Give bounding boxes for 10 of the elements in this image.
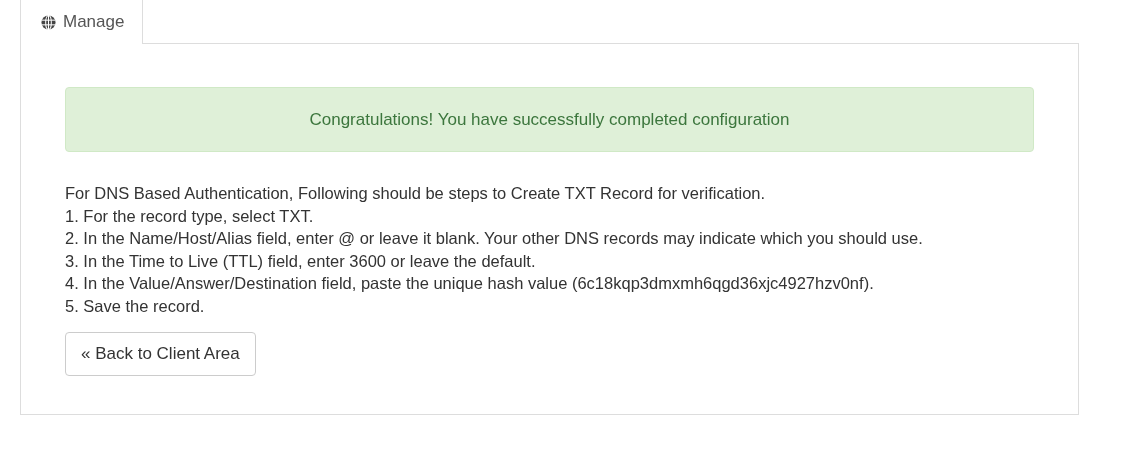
globe-icon [41,14,56,30]
instruction-step: 5. Save the record. [65,294,1033,317]
instruction-step: 4. In the Value/Answer/Destination field, paste the unique hash value (6c18kqp3dmxmh6qgd36xjc4927hzv0nf). [65,272,1033,295]
instruction-step: 2. In the Name/Host/Alias field, enter @ or leave it blank. Your other DNS records may indicate which you should use. [65,227,1033,250]
instruction-step: 1. For the record type, select TXT. [65,204,1033,227]
success-alert: Congratulations! You have successfully completed configuration [65,87,1034,152]
intro-text: For DNS Based Authentication, Following should be steps to Create TXT Record for verification. [65,183,767,204]
tab[interactable]: Manage [20,0,144,44]
back-button[interactable]: « Back to Client Area [65,332,256,376]
instruction-step: 3. In the Time to Live (TTL) field, enter 3600 or leave the default. [65,249,1033,272]
